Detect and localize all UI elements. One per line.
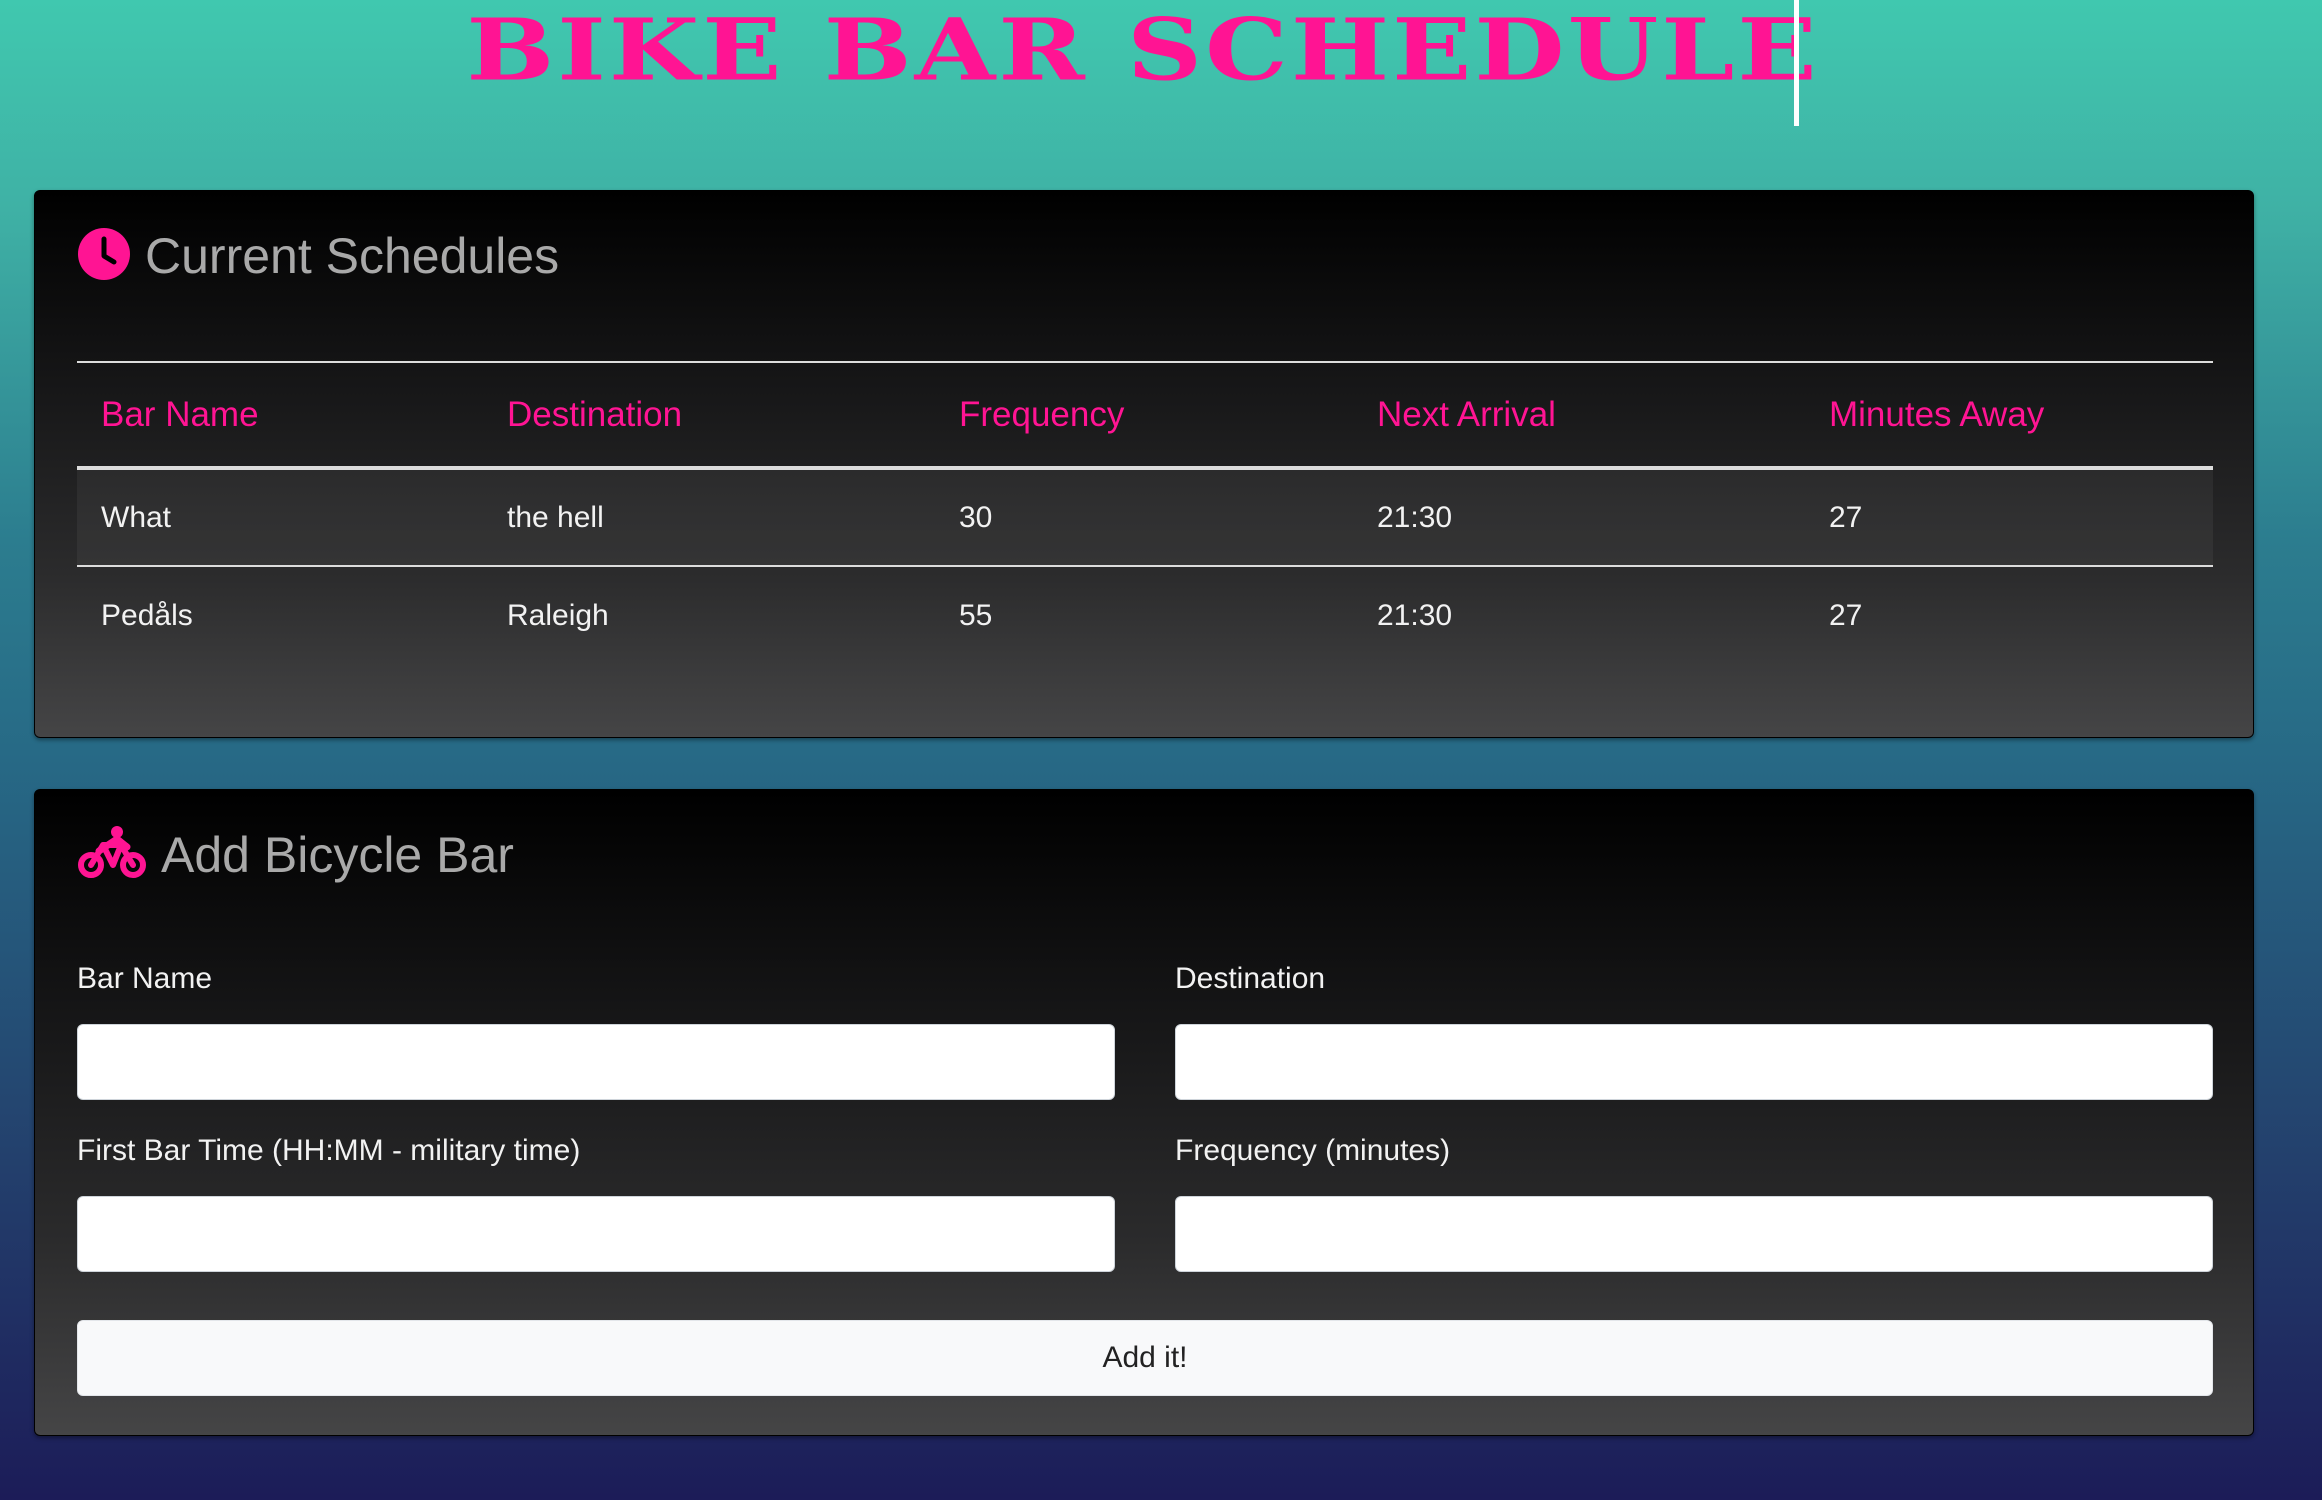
current-schedules-card: Current Schedules Bar Name Destination F… bbox=[34, 190, 2254, 738]
cell-frequency: 30 bbox=[959, 500, 993, 534]
add-bicycle-bar-card: Add Bicycle Bar Bar Name Destination Fir… bbox=[34, 789, 2254, 1436]
first-bar-time-input[interactable] bbox=[77, 1196, 1115, 1272]
add-bicycle-bar-header: Add Bicycle Bar bbox=[77, 820, 514, 890]
cell-frequency: 55 bbox=[959, 598, 993, 632]
add-bicycle-bar-title: Add Bicycle Bar bbox=[161, 827, 514, 883]
add-it-button[interactable]: Add it! bbox=[77, 1320, 2213, 1396]
first-bar-time-label: First Bar Time (HH:MM - military time) bbox=[77, 1134, 581, 1167]
destination-label: Destination bbox=[1175, 962, 1326, 995]
destination-input[interactable] bbox=[1175, 1024, 2213, 1100]
page-title: BIKE BAR SCHEDULE bbox=[466, 0, 1820, 101]
cell-destination: the hell bbox=[507, 500, 604, 534]
bicycle-icon bbox=[77, 825, 147, 885]
column-header-next-arrival: Next Arrival bbox=[1377, 394, 1556, 434]
column-header-destination: Destination bbox=[507, 394, 683, 434]
cell-bar-name: What bbox=[101, 500, 172, 534]
column-header-bar-name: Bar Name bbox=[101, 394, 259, 434]
schedule-table: Bar Name Destination Frequency Next Arri… bbox=[77, 361, 2213, 664]
current-schedules-title: Current Schedules bbox=[145, 228, 560, 284]
column-header-minutes-away: Minutes Away bbox=[1829, 394, 2045, 434]
column-header-frequency: Frequency bbox=[959, 394, 1125, 434]
cell-next-arrival: 21:30 bbox=[1377, 598, 1453, 632]
clock-icon bbox=[77, 227, 131, 285]
table-header-row: Bar Name Destination Frequency Next Arri… bbox=[77, 362, 2213, 468]
bar-name-input[interactable] bbox=[77, 1024, 1115, 1100]
frequency-input[interactable] bbox=[1175, 1196, 2213, 1272]
bar-name-label: Bar Name bbox=[77, 962, 213, 995]
table-row: What the hell 30 21:30 27 bbox=[77, 468, 2213, 566]
frequency-label: Frequency (minutes) bbox=[1175, 1134, 1451, 1167]
cell-destination: Raleigh bbox=[507, 598, 609, 632]
cell-minutes-away: 27 bbox=[1829, 598, 1863, 632]
cell-next-arrival: 21:30 bbox=[1377, 500, 1453, 534]
table-row: Pedåls Raleigh 55 21:30 27 bbox=[77, 566, 2213, 664]
text-cursor bbox=[1794, 0, 1799, 126]
cell-minutes-away: 27 bbox=[1829, 500, 1863, 534]
current-schedules-header: Current Schedules bbox=[77, 221, 559, 291]
cell-bar-name: Pedåls bbox=[101, 598, 193, 632]
